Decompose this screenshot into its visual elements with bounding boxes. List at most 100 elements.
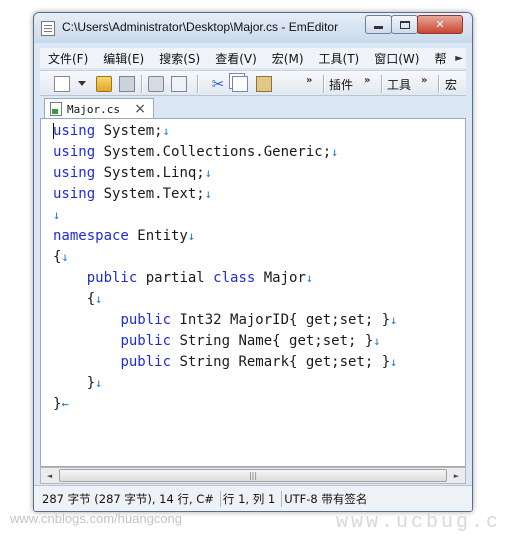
menu-file[interactable]: 文件(F) [40,50,95,67]
maximize-icon [399,20,410,29]
code-keyword: public [86,270,138,286]
maximize-button[interactable] [391,15,418,34]
newline-marker-icon: ↓ [95,376,103,390]
code-line: using System.Collections.Generic;↓ [53,142,397,163]
plugins-overflow-icon[interactable]: » [364,75,371,86]
code-text: String Name{ get;set; } [171,333,374,349]
code-line: public String Remark{ get;set; }↓ [53,352,397,373]
cut-icon[interactable]: ✂ [210,76,226,92]
code-line: public Int32 MajorID{ get;set; }↓ [53,310,397,331]
toolbar-overflow-icon[interactable]: » [306,75,313,86]
menu-search[interactable]: 搜索(S) [151,50,207,67]
code-line: namespace Entity↓ [53,226,397,247]
scroll-right-icon[interactable]: ► [448,468,465,483]
newline-marker-icon: ↓ [187,229,196,243]
code-text: System.Collections.Generic; [95,144,332,160]
print-preview-icon[interactable] [171,76,187,92]
toolbar-separator [323,75,324,93]
code-text: partial [137,270,214,286]
plugins-toolbar-label[interactable]: 插件 [329,76,353,93]
status-file-size: 287 字节 (287 字节), 14 行, C# [40,490,221,507]
code-text: { [86,291,96,307]
menu-bar: 文件(F) 编辑(E) 搜索(S) 查看(V) 宏(M) 工具(T) 窗口(W)… [40,48,466,68]
newline-marker-icon: ↓ [331,145,339,159]
code-text: System; [95,123,163,139]
horizontal-scrollbar[interactable]: ◄ ||| ► [40,467,466,484]
code-text: Major [255,270,306,286]
toolbar-separator [197,75,198,93]
code-editor[interactable]: using System;↓ using System.Collections.G… [40,118,466,467]
code-keyword: using [53,144,96,160]
toolbar: ✂ » 插件 » 工具 » 宏 [40,70,466,96]
scroll-left-icon[interactable]: ◄ [41,468,58,483]
status-encoding[interactable]: UTF-8 带有签名 [282,491,373,507]
tab-major-cs[interactable]: Major.cs × [44,98,154,120]
macro-toolbar-label[interactable]: 宏 [445,76,457,93]
toolbar-separator [438,75,439,93]
code-line: public String Name{ get;set; }↓ [53,331,397,352]
tab-strip: Major.cs × [40,97,466,120]
toolbar-separator [141,75,142,93]
code-line: ↓ [53,205,397,226]
window-title: C:\Users\Administrator\Desktop\Major.cs … [62,20,339,34]
code-text: Int32 MajorID{ get;set; } [171,312,391,328]
code-keyword: public [120,333,172,349]
menu-window[interactable]: 窗口(W) [366,50,426,67]
close-button[interactable]: ✕ [417,15,463,34]
newline-marker-icon: ↓ [390,313,398,327]
code-text: String Remark{ get;set; } [171,354,391,370]
open-folder-icon[interactable] [96,76,112,92]
code-keyword: public [120,312,172,328]
csharp-file-icon [50,102,62,116]
minimize-button[interactable] [365,15,392,34]
menu-overflow-icon[interactable]: ► [455,53,466,64]
new-file-dropdown-icon[interactable] [78,81,86,86]
newline-marker-icon: ↓ [390,355,398,369]
code-text: System.Linq; [95,165,205,181]
tools-toolbar-label[interactable]: 工具 [387,76,411,93]
print-icon[interactable] [148,76,164,92]
menu-view[interactable]: 查看(V) [207,50,264,67]
watermark-left: www.cnblogs.com/huangcong [10,511,182,526]
scrollbar-thumb[interactable]: ||| [59,469,447,482]
new-file-icon[interactable] [54,76,70,92]
menu-tools[interactable]: 工具(T) [311,50,367,67]
code-text: Entity [128,228,188,244]
code-keyword: namespace [53,228,129,244]
code-keyword: class [213,270,256,286]
title-bar[interactable]: C:\Users\Administrator\Desktop\Major.cs … [34,13,472,43]
document-icon [41,21,55,36]
code-keyword: using [53,123,96,139]
newline-marker-icon: ↓ [305,271,314,285]
toolbar-separator [381,75,382,93]
code-keyword: using [53,186,96,202]
newline-marker-icon: ↓ [95,292,103,306]
menu-help[interactable]: 帮 [426,50,453,67]
eof-marker-icon: ← [61,397,69,411]
newline-marker-icon: ↓ [204,166,212,180]
watermark-right: www.ucbug.c [336,511,502,534]
code-line: {↓ [53,289,397,310]
save-icon[interactable] [119,76,135,92]
code-text: } [86,375,96,391]
close-icon: ✕ [435,18,445,31]
tab-label: Major.cs [67,103,120,116]
code-line: }↓ [53,373,397,394]
tab-close-icon[interactable]: × [134,101,146,117]
menu-macros[interactable]: 宏(M) [264,50,311,67]
copy-icon[interactable] [232,76,248,92]
code-line: }← [53,394,397,415]
tools-overflow-icon[interactable]: » [421,75,428,86]
newline-marker-icon: ↓ [204,187,212,201]
paste-icon[interactable] [256,76,272,92]
code-keyword: public [120,354,172,370]
code-line: using System.Linq;↓ [53,163,397,184]
code-line: using System;↓ [53,121,397,142]
menu-edit[interactable]: 编辑(E) [95,50,151,67]
code-line: {↓ [53,247,397,268]
